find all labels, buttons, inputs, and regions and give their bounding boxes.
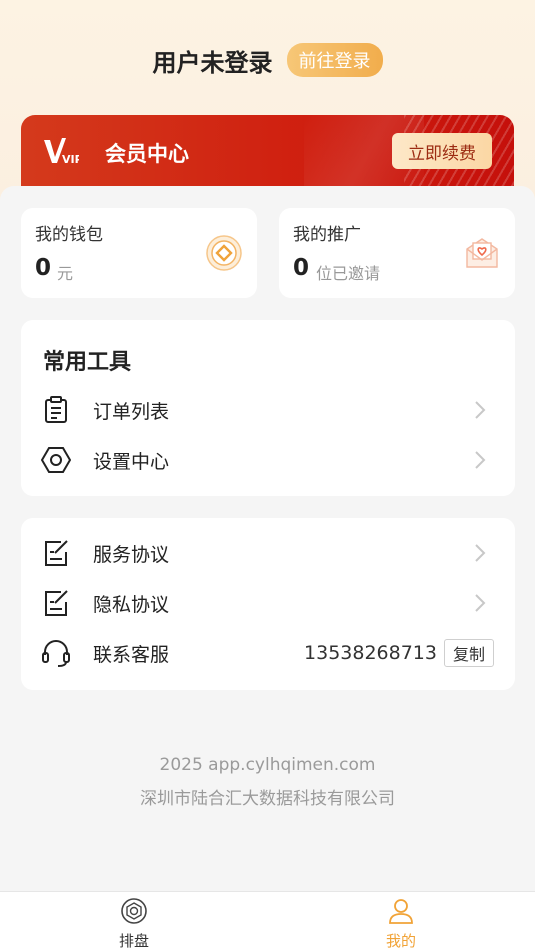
document-edit-icon [45, 540, 68, 566]
menu-item-settings[interactable]: 设置中心 [21, 435, 515, 485]
promotion-card[interactable]: 我的推广 0 位已邀请 [279, 208, 515, 298]
tab-mine-label: 我的 [385, 932, 416, 950]
tab-paipan[interactable]: 排盘 [74, 892, 194, 951]
menu-item-service-agreement[interactable]: 服务协议 [21, 528, 515, 578]
copy-button[interactable]: 复制 [444, 639, 494, 667]
vip-logo-text: VIP [62, 153, 79, 166]
vip-title: 会员中心 [105, 142, 189, 166]
chevron-right-icon [475, 451, 486, 469]
menu-item-privacy-agreement[interactable]: 隐私协议 [21, 578, 515, 628]
footer-website: 2025 app.cylhqimen.com [159, 755, 376, 775]
renew-button[interactable]: 立即续费 [392, 133, 492, 169]
login-button[interactable]: 前往登录 [286, 43, 383, 77]
menu-item-customer-service: 联系客服 13538268713 复制 [21, 628, 515, 678]
wallet-value: 0 [35, 255, 52, 281]
tab-paipan-label: 排盘 [118, 932, 149, 950]
menu-item-order-list[interactable]: 订单列表 [21, 385, 515, 435]
hexagon-settings-icon [41, 447, 71, 473]
document-edit-icon [45, 590, 68, 616]
promotion-label: 我的推广 [293, 225, 361, 245]
clipboard-icon [45, 396, 67, 423]
tools-title: 常用工具 [43, 350, 132, 375]
wallet-card[interactable]: 我的钱包 0 元 [21, 208, 257, 298]
user-row: 用户未登录 前往登录 [0, 40, 535, 80]
compass-icon [121, 898, 147, 924]
chevron-right-icon [475, 544, 486, 562]
service-agreement-label: 服务协议 [93, 543, 170, 566]
chevron-right-icon [475, 401, 486, 419]
service-phone-number: 13538268713 [304, 642, 437, 664]
wallet-unit: 元 [57, 264, 74, 283]
envelope-heart-icon [466, 238, 498, 268]
promotion-unit: 位已邀请 [316, 264, 381, 283]
footer-company: 深圳市陆合汇大数据科技有限公司 [140, 789, 395, 809]
vip-logo-icon: VIP [44, 138, 79, 166]
user-status: 用户未登录 [152, 48, 273, 77]
coin-icon [206, 235, 242, 271]
wallet-label: 我的钱包 [35, 225, 103, 245]
service-card: 服务协议 隐私协议 联系客服 13538268713 复制 [21, 518, 515, 690]
chevron-right-icon [475, 594, 486, 612]
tools-card: 常用工具 订单列表 设置中心 [21, 320, 515, 496]
promotion-value: 0 [293, 255, 310, 281]
customer-service-label: 联系客服 [93, 643, 170, 666]
person-icon [389, 899, 413, 924]
settings-label: 设置中心 [93, 450, 170, 473]
bottom-tab-bar: 排盘 我的 [0, 891, 535, 951]
order-list-label: 订单列表 [93, 400, 170, 423]
headset-icon [42, 640, 70, 667]
tab-mine[interactable]: 我的 [341, 892, 461, 951]
privacy-agreement-label: 隐私协议 [93, 593, 170, 616]
